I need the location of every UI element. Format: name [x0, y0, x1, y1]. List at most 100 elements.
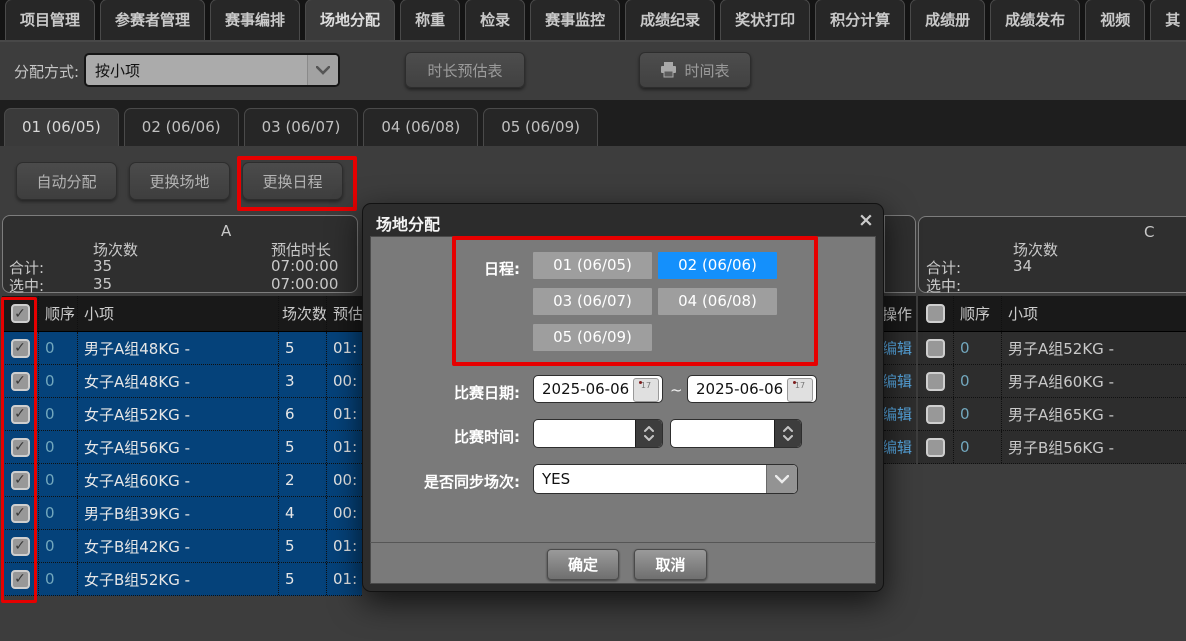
- timetable-print-button[interactable]: 时间表: [639, 52, 751, 88]
- edit-link[interactable]: 编辑: [884, 332, 916, 364]
- table-row[interactable]: 0 女子A组56KG - 5 01:: [2, 431, 362, 464]
- table-row[interactable]: 0 女子A组52KG - 6 01:: [2, 398, 362, 431]
- table-row[interactable]: 0 女子B组52KG - 5 01:: [2, 563, 362, 596]
- row-checkbox[interactable]: [926, 339, 945, 358]
- schedule-option-2[interactable]: 02 (06/06): [658, 252, 777, 279]
- row-event: 女子B组52KG -: [78, 563, 279, 595]
- row-matches: 5: [279, 332, 327, 364]
- row-checkbox[interactable]: [11, 537, 30, 556]
- tab-points-calculation[interactable]: 积分计算: [815, 0, 905, 40]
- row-checkbox[interactable]: [11, 570, 30, 589]
- tab-certificate-print[interactable]: 奖状打印: [720, 0, 810, 40]
- row-order: 0: [39, 431, 78, 463]
- table-row[interactable]: 0 男子A组48KG - 5 01:: [2, 332, 362, 365]
- duration-estimate-label: 时长预估表: [427, 60, 502, 81]
- tab-results-book[interactable]: 成绩册: [910, 0, 985, 40]
- match-date-from-input[interactable]: 2025-06-06 17: [533, 375, 663, 403]
- tab-event-monitor[interactable]: 赛事监控: [530, 0, 620, 40]
- chevron-up-icon: [783, 426, 793, 432]
- row-matches: 5: [279, 563, 327, 595]
- tab-other[interactable]: 其: [1150, 0, 1186, 40]
- date-tab-1[interactable]: 01 (06/05): [4, 108, 119, 146]
- row-checkbox[interactable]: [11, 405, 30, 424]
- tab-project-management[interactable]: 项目管理: [5, 0, 95, 40]
- sync-matches-select[interactable]: YES: [533, 464, 798, 494]
- edit-link[interactable]: 编辑: [884, 431, 916, 463]
- date-tab-4[interactable]: 04 (06/08): [363, 108, 478, 146]
- tab-results-publish[interactable]: 成绩发布: [990, 0, 1080, 40]
- time-spinner[interactable]: [635, 420, 662, 447]
- row-event: 女子A组60KG -: [78, 464, 279, 496]
- select-all-checkbox[interactable]: [11, 304, 30, 323]
- schedule-option-1[interactable]: 01 (06/05): [533, 252, 652, 279]
- matches-col-header: 场次数: [279, 296, 327, 331]
- date-tab-5[interactable]: 05 (06/09): [483, 108, 598, 146]
- confirm-button[interactable]: 确定: [547, 549, 619, 580]
- chevron-up-icon: [644, 426, 654, 432]
- schedule-option-3[interactable]: 03 (06/07): [533, 288, 652, 315]
- row-matches: 5: [279, 431, 327, 463]
- calendar-icon[interactable]: 17: [787, 378, 813, 402]
- row-checkbox[interactable]: [11, 471, 30, 490]
- calendar-icon[interactable]: 17: [633, 378, 659, 402]
- row-order: 0: [954, 398, 1002, 430]
- printer-icon: [660, 62, 677, 78]
- table-row[interactable]: 0 男子B组39KG - 4 00:: [2, 497, 362, 530]
- panel-c-letter: C: [1144, 223, 1154, 241]
- row-checkbox[interactable]: [11, 372, 30, 391]
- table-row[interactable]: 0 女子A组48KG - 3 00:: [2, 365, 362, 398]
- table-row[interactable]: 0 男子A组65KG -: [918, 398, 1186, 431]
- panel-a-table: 顺序 小项 场次数 预估 0 男子A组48KG - 5 01: 0 女子A组48…: [2, 296, 362, 596]
- row-checkbox[interactable]: [926, 438, 945, 457]
- table-row[interactable]: 0 男子A组60KG -: [918, 365, 1186, 398]
- match-date-to-input[interactable]: 2025-06-06 17: [687, 375, 817, 403]
- row-order: 0: [39, 365, 78, 397]
- row-event: 女子A组52KG -: [78, 398, 279, 430]
- order-col-header: 顺序: [954, 296, 1002, 331]
- edit-link[interactable]: 编辑: [884, 365, 916, 397]
- cancel-button[interactable]: 取消: [634, 549, 707, 580]
- edit-link[interactable]: 编辑: [884, 398, 916, 430]
- panel-a-selected-duration: 07:00:00: [271, 275, 338, 293]
- tab-event-scheduling[interactable]: 赛事编排: [210, 0, 300, 40]
- tab-venue-allocation[interactable]: 场地分配: [305, 0, 395, 40]
- tab-results-record[interactable]: 成绩纪录: [625, 0, 715, 40]
- allocation-mode-label: 分配方式:: [14, 61, 79, 82]
- row-checkbox[interactable]: [11, 339, 30, 358]
- row-checkbox[interactable]: [926, 405, 945, 424]
- allocation-mode-select[interactable]: 按小项: [84, 53, 340, 87]
- venue-allocation-screen: 项目管理 参赛者管理 赛事编排 场地分配 称重 检录 赛事监控 成绩纪录 奖状打…: [0, 0, 1186, 641]
- table-row[interactable]: 0 男子B组56KG -: [918, 431, 1186, 464]
- match-time-to-input[interactable]: [670, 419, 802, 448]
- close-icon[interactable]: ×: [858, 209, 874, 231]
- date-tab-2[interactable]: 02 (06/06): [124, 108, 239, 146]
- schedule-option-5[interactable]: 05 (06/09): [533, 324, 652, 351]
- table-row[interactable]: 0 女子B组42KG - 5 01:: [2, 530, 362, 563]
- schedule-option-4[interactable]: 04 (06/08): [658, 288, 777, 315]
- select-all-checkbox[interactable]: [926, 304, 945, 323]
- panel-c-total-matches: 34: [1013, 257, 1032, 275]
- duration-estimate-button[interactable]: 时长预估表: [405, 52, 525, 88]
- change-venue-button[interactable]: 更换场地: [129, 162, 230, 200]
- row-checkbox[interactable]: [11, 438, 30, 457]
- tab-check-in[interactable]: 检录: [465, 0, 525, 40]
- row-order: 0: [39, 530, 78, 562]
- tab-video[interactable]: 视频: [1085, 0, 1145, 40]
- row-checkbox[interactable]: [11, 504, 30, 523]
- row-checkbox[interactable]: [926, 372, 945, 391]
- row-order: 0: [39, 563, 78, 595]
- table-row[interactable]: 0 男子A组52KG -: [918, 332, 1186, 365]
- panel-a-letter: A: [221, 222, 231, 240]
- date-tab-3[interactable]: 03 (06/07): [244, 108, 359, 146]
- order-col-header: 顺序: [39, 296, 78, 331]
- match-time-label: 比赛时间:: [370, 426, 520, 447]
- auto-assign-button[interactable]: 自动分配: [16, 162, 117, 200]
- table-row[interactable]: 0 女子A组60KG - 2 00:: [2, 464, 362, 497]
- tab-participant-management[interactable]: 参赛者管理: [100, 0, 205, 40]
- tab-weigh-in[interactable]: 称重: [400, 0, 460, 40]
- match-time-from-input[interactable]: [533, 419, 663, 448]
- change-schedule-button[interactable]: 更换日程: [242, 162, 343, 200]
- time-spinner[interactable]: [774, 420, 801, 447]
- panel-b-summary-sliver: [884, 215, 916, 293]
- chevron-down-icon: [307, 55, 338, 85]
